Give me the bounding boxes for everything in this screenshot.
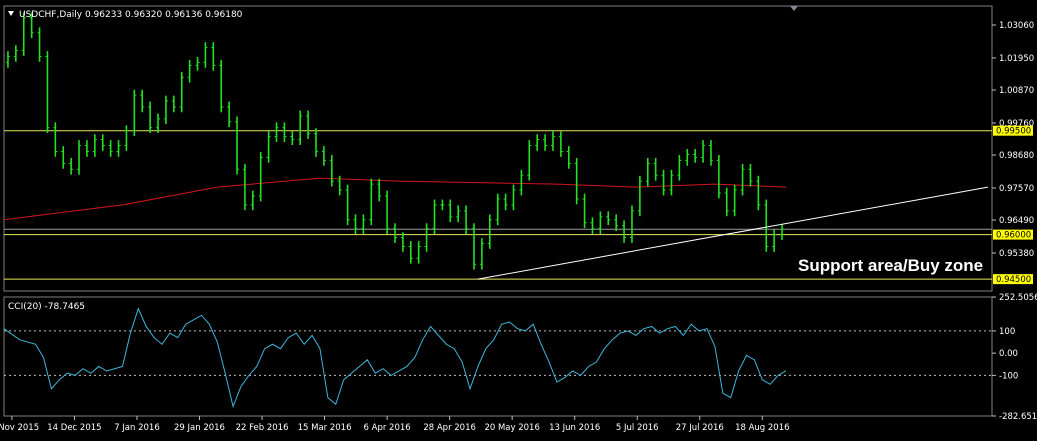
x-tick-label: 29 Jan 2016 <box>174 423 225 433</box>
y-tick-label: 0.97570 <box>999 184 1034 194</box>
main-title: USDCHF,Daily 0.96233 0.96320 0.96136 0.9… <box>19 10 243 20</box>
x-tick-label: 18 Aug 2016 <box>735 423 789 433</box>
x-tick-label: 7 Jan 2016 <box>114 423 160 433</box>
chart-background <box>0 0 1037 441</box>
level-label: 0.94500 <box>996 275 1031 285</box>
x-tick-label: 28 Apr 2016 <box>423 423 476 433</box>
y-tick-label: 0.96490 <box>999 216 1034 226</box>
x-tick-label: 22 Feb 2016 <box>236 423 289 433</box>
cci-y-tick-label: 100 <box>999 327 1015 337</box>
cci-title: CCI(20) -78.7465 <box>8 302 85 312</box>
x-tick-label: 15 Mar 2016 <box>298 423 352 433</box>
cci-y-tick-label: -100 <box>999 371 1018 381</box>
price-chart[interactable]: 1.030601.019501.008700.997600.986800.975… <box>0 0 1037 441</box>
cci-y-tick-label: 252.5056 <box>999 293 1037 303</box>
x-tick-label: 6 Apr 2016 <box>364 423 411 433</box>
cci-y-tick-label: -282.6519 <box>999 412 1037 422</box>
level-label: 0.99500 <box>996 127 1031 137</box>
annotation-text: Support area/Buy zone <box>798 256 983 275</box>
y-tick-label: 1.03060 <box>999 21 1034 31</box>
x-tick-label: 14 Dec 2015 <box>47 423 101 433</box>
x-tick-label: 13 Jun 2016 <box>549 423 600 433</box>
x-tick-label: 20 Nov 2015 <box>0 423 39 433</box>
x-tick-label: 5 Jul 2016 <box>616 423 659 433</box>
y-tick-label: 1.00870 <box>999 86 1034 96</box>
x-tick-label: 27 Jul 2016 <box>676 423 724 433</box>
level-label: 0.96000 <box>996 231 1031 241</box>
cci-y-tick-label: 0.00 <box>999 349 1018 359</box>
y-tick-label: 0.98680 <box>999 151 1034 161</box>
y-tick-label: 0.95380 <box>999 249 1034 259</box>
y-tick-label: 1.01950 <box>999 54 1034 64</box>
x-tick-label: 20 May 2016 <box>484 423 539 433</box>
